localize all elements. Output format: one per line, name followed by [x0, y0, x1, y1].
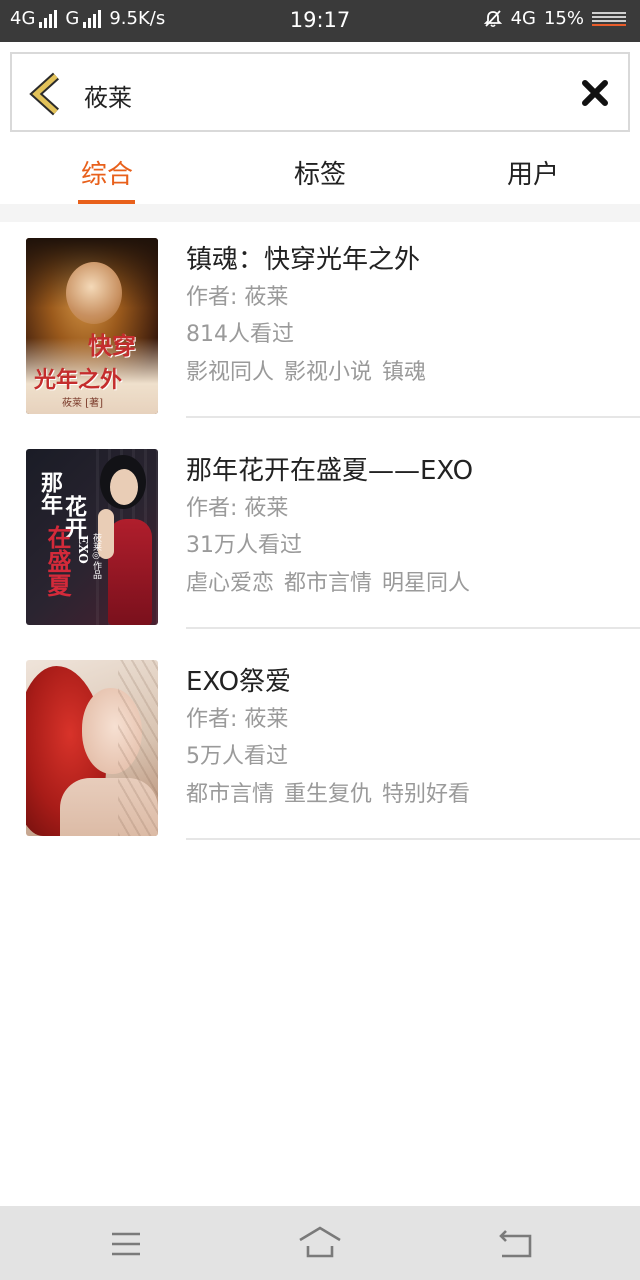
book-author: 作者: 莜莱: [186, 496, 289, 521]
tag: 都市言情: [186, 782, 275, 807]
cover-title: 光年之外: [34, 367, 123, 393]
book-tags: 都市言情 重生复仇 特别好看: [186, 777, 480, 813]
menu-icon[interactable]: [104, 1224, 148, 1264]
search-input[interactable]: 莜莱: [84, 78, 132, 113]
book-views: 31万人看过: [186, 533, 302, 558]
book-list-item[interactable]: EXO祭爱 作者: 莜莱 5万人看过 都市言情 重生复仇 特别好看: [0, 644, 640, 840]
battery-icon: [592, 11, 626, 26]
book-list-item[interactable]: 那年 花开 在盛夏 EXO 莜莱◎作品 那年花开在盛夏——EXO 作者: 莜莱 …: [0, 433, 640, 629]
close-icon[interactable]: [580, 78, 610, 108]
status-right: 4G 15%: [483, 8, 626, 29]
tab-comprehensive[interactable]: 综合: [81, 154, 133, 191]
book-info: 那年花开在盛夏——EXO 作者: 莜莱 31万人看过 虐心爱恋 都市言情 明星同人: [186, 453, 480, 602]
mobile-data-label: 4G: [510, 8, 536, 29]
cover-author: 莜莱◎作品: [91, 533, 101, 579]
mute-icon: [483, 9, 502, 27]
book-cover: [26, 660, 158, 836]
tag: 影视小说: [284, 360, 373, 385]
cover-title: EXO: [76, 535, 90, 564]
book-views: 5万人看过: [186, 744, 288, 769]
tag: 明星同人: [382, 571, 471, 596]
status-bar: 4G G 9.5K/s 19:17 4G 15%: [0, 0, 640, 42]
book-info: 镇魂：快穿光年之外 作者: 莜莱 814人看过 影视同人 影视小说 镇魂: [186, 242, 436, 391]
divider: [186, 416, 640, 418]
home-icon[interactable]: [298, 1224, 342, 1264]
system-nav-bar: [0, 1206, 640, 1280]
tag: 都市言情: [284, 571, 373, 596]
tag: 重生复仇: [284, 782, 373, 807]
back-icon[interactable]: [494, 1224, 538, 1264]
book-cover: 快穿 光年之外 莜莱 [著]: [26, 238, 158, 414]
book-info: EXO祭爱 作者: 莜莱 5万人看过 都市言情 重生复仇 特别好看: [186, 664, 480, 813]
tag: 影视同人: [186, 360, 275, 385]
tab-users[interactable]: 用户: [507, 154, 559, 191]
book-tags: 影视同人 影视小说 镇魂: [186, 355, 436, 391]
book-title[interactable]: 镇魂：快穿光年之外: [186, 242, 436, 278]
tag: 特别好看: [382, 782, 471, 807]
tag: 镇魂: [382, 360, 427, 385]
cover-author: 莜莱 [著]: [62, 398, 103, 409]
book-tags: 虐心爱恋 都市言情 明星同人: [186, 566, 480, 602]
cover-title: 快穿: [88, 331, 136, 360]
book-title[interactable]: 那年花开在盛夏——EXO: [186, 453, 480, 489]
search-bar: 莜莱: [10, 52, 630, 132]
divider: [186, 627, 640, 629]
tag: 虐心爱恋: [186, 571, 275, 596]
book-author: 作者: 莜莱: [186, 285, 289, 310]
book-views: 814人看过: [186, 322, 294, 347]
book-author: 作者: 莜莱: [186, 707, 289, 732]
book-title[interactable]: EXO祭爱: [186, 664, 480, 700]
chevron-left-icon[interactable]: [28, 72, 64, 116]
tab-tags[interactable]: 标签: [294, 154, 346, 191]
section-divider: [0, 204, 640, 222]
cover-title: 在盛夏: [43, 525, 72, 597]
book-cover: 那年 花开 在盛夏 EXO 莜莱◎作品: [26, 449, 158, 625]
divider: [186, 838, 640, 840]
tab-bar: 综合 标签 用户: [0, 140, 640, 204]
book-list-item[interactable]: 快穿 光年之外 莜莱 [著] 镇魂：快穿光年之外 作者: 莜莱 814人看过 影…: [0, 222, 640, 418]
battery-percent: 15%: [543, 8, 584, 29]
